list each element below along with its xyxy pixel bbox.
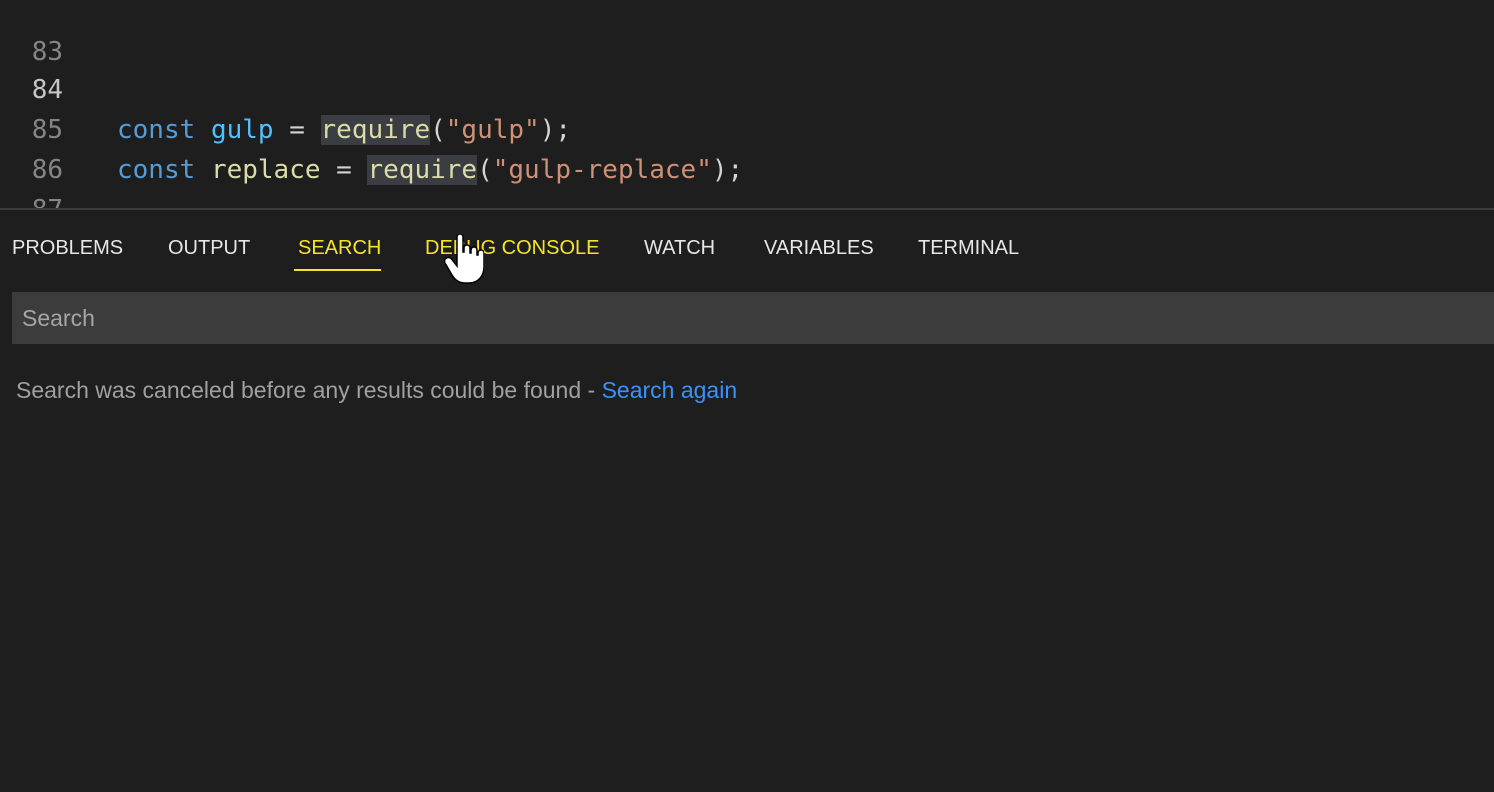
code-editor[interactable]: 83 84 const gulp = require("gulp"); 85 c… [0,0,1494,208]
panel-tab-strip: PROBLEMS OUTPUT SEARCH DEBUG CONSOLE WAT… [0,210,1494,284]
search-status-message: Search was canceled before any results c… [16,372,737,408]
tab-watch[interactable]: WATCH [644,232,715,264]
tab-variables[interactable]: VARIABLES [764,232,874,264]
tab-debug-console[interactable]: DEBUG CONSOLE [425,232,599,264]
tab-terminal[interactable]: TERMINAL [918,232,1019,264]
code-line[interactable]: 86 [0,110,1494,185]
search-again-link[interactable]: Search again [602,377,738,403]
code-line[interactable]: 85 const replace = require("gulp-replace… [0,70,1494,185]
search-status-text: Search was canceled before any results c… [16,377,602,403]
search-input[interactable] [12,292,1494,344]
code-line[interactable]: 83 [0,0,1494,67]
active-tab-indicator [294,269,381,271]
code-line[interactable]: 87 [0,150,1494,208]
bottom-panel: PROBLEMS OUTPUT SEARCH DEBUG CONSOLE WAT… [0,208,1494,792]
tab-problems[interactable]: PROBLEMS [12,232,123,264]
tab-search[interactable]: SEARCH [298,232,381,264]
code-line[interactable]: 84 const gulp = require("gulp"); [0,30,1494,145]
code-line[interactable]: 88 [0,188,1494,208]
tab-output[interactable]: OUTPUT [168,232,250,264]
